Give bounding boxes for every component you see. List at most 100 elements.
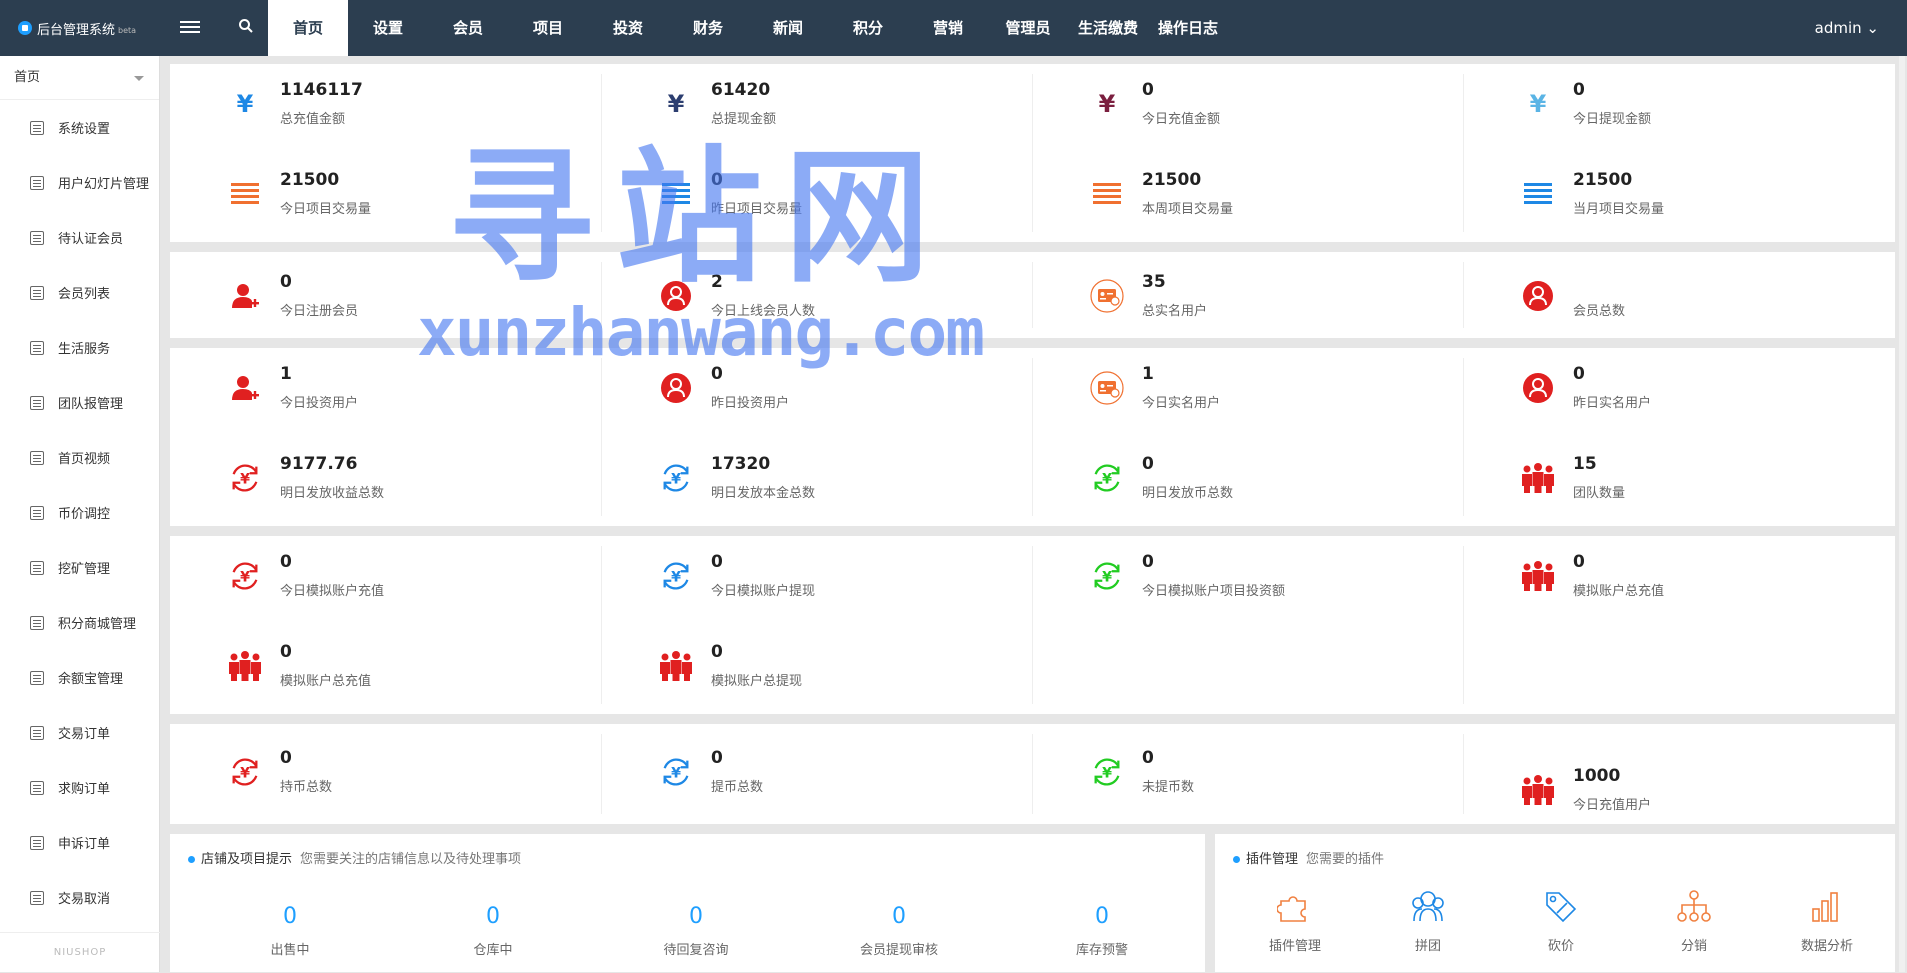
stat-value: 0 <box>280 552 292 572</box>
sidebar-item[interactable]: 挖矿管理 <box>0 540 159 595</box>
sidebar-item[interactable]: 求购订单 <box>0 760 159 815</box>
id-card-icon <box>1090 279 1124 313</box>
plugin-item[interactable]: 数据分析 <box>1777 889 1877 954</box>
stats-panel-finance: ¥1146117 总充值金额 ¥61420 总提现金额 ¥0 今日充值金额 ¥0 今日提现金额… <box>170 64 1895 242</box>
nav-item[interactable]: 新闻 <box>748 0 828 56</box>
stat-value: 0 <box>280 272 292 292</box>
svg-text:¥: ¥ <box>1102 570 1112 586</box>
plugin-item[interactable]: 拼团 <box>1378 889 1478 954</box>
shop-tips-title: 店铺及项目提示 您需要关注的店铺信息以及待处理事项 <box>188 848 521 867</box>
plugin-item[interactable]: 砍价 <box>1511 889 1611 954</box>
user-circle-icon <box>1521 279 1555 313</box>
shop-stat[interactable]: 0 会员提现审核 <box>819 904 979 958</box>
nav-item[interactable]: 会员 <box>428 0 508 56</box>
list-icon <box>30 560 44 575</box>
chart-icon <box>1777 889 1877 927</box>
sidebar-item[interactable]: 用户幻灯片管理 <box>0 155 159 210</box>
user-add-icon <box>228 279 262 313</box>
sidebar-item[interactable]: 交易订单 <box>0 705 159 760</box>
stat-value: 0 <box>711 748 723 768</box>
shop-stat-label: 库存预警 <box>1075 943 1128 958</box>
plugin-item[interactable]: 分销 <box>1644 889 1744 954</box>
stats-panel-coins: ¥0 持币总数 ¥0 提币总数 ¥0 未提币数 1000 今日充值用户 <box>170 724 1895 824</box>
sidebar-item-label: 申诉订单 <box>58 837 111 852</box>
nav-item[interactable]: 积分 <box>828 0 908 56</box>
stat-value: 1000 <box>1573 766 1621 786</box>
stat-label: 今日上线会员人数 <box>711 304 816 319</box>
sidebar-item[interactable]: 生活服务 <box>0 320 159 375</box>
sidebar-item[interactable]: 积分商城管理 <box>0 595 159 650</box>
stat-card: ¥0 今日模拟账户充值 <box>178 538 609 612</box>
sidebar-item[interactable]: 团队报管理 <box>0 375 159 430</box>
sidebar-item[interactable]: 交易取消 <box>0 870 159 925</box>
menu-toggle-icon[interactable] <box>180 18 200 38</box>
sidebar-item[interactable]: 会员列表 <box>0 265 159 320</box>
shop-stat[interactable]: 0 待回复咨询 <box>616 904 776 958</box>
plugin-title: 插件管理 您需要的插件 <box>1233 848 1384 867</box>
sidebar-item[interactable]: 系统设置 <box>0 100 159 155</box>
list-icon <box>30 285 44 300</box>
plugin-panel: 插件管理 您需要的插件 插件管理 拼团 砍价 分销 数据分析 <box>1215 834 1895 972</box>
stat-value: 0 <box>711 364 723 384</box>
nav-item[interactable]: 营销 <box>908 0 988 56</box>
svg-text:¥: ¥ <box>1099 90 1116 118</box>
shop-stat[interactable]: 0 出售中 <box>210 904 370 958</box>
nav-item[interactable]: 投资 <box>588 0 668 56</box>
team-icon <box>1521 461 1555 495</box>
nav-item[interactable]: 管理员 <box>988 0 1068 56</box>
stat-card: 21500 今日项目交易量 <box>178 156 609 230</box>
stat-value: 0 <box>1142 748 1154 768</box>
sidebar-item-label: 用户幻灯片管理 <box>58 177 150 192</box>
stat-card: 0 今日注册会员 <box>178 258 609 332</box>
stat-value: 0 <box>1573 364 1585 384</box>
sidebar-head[interactable]: 首页 <box>0 56 159 100</box>
nav-item[interactable]: 首页 <box>268 0 348 56</box>
bars-icon <box>228 177 262 211</box>
shop-stat[interactable]: 0 仓库中 <box>413 904 573 958</box>
stat-value: 1 <box>1142 364 1154 384</box>
sidebar-item[interactable]: 首页视频 <box>0 430 159 485</box>
nav-item[interactable]: 操作日志 <box>1148 0 1228 56</box>
stat-card: 1 今日实名用户 <box>1040 350 1471 424</box>
sidebar-item[interactable]: 币价调控 <box>0 485 159 540</box>
stat-value: 0 <box>1142 552 1154 572</box>
svg-text:¥: ¥ <box>671 766 681 782</box>
sidebar-list: 系统设置用户幻灯片管理 待认证会员会员列表 生活服务 团队报管理 首页视频 币价调控 挖矿管… <box>0 100 159 925</box>
plugin-item[interactable]: 插件管理 <box>1245 889 1345 954</box>
stat-label: 昨日实名用户 <box>1573 396 1652 411</box>
list-icon <box>30 120 44 135</box>
stat-value: 0 <box>280 748 292 768</box>
top-nav: 首页 设置 会员 项目 投资 财务 新闻 积分 营销 管理员 生活缴费 操作日志 <box>268 0 1228 56</box>
list-icon <box>30 780 44 795</box>
plugin-label: 插件管理 <box>1268 939 1321 954</box>
svg-text:¥: ¥ <box>671 570 681 586</box>
search-icon[interactable] <box>238 18 258 38</box>
app-logo[interactable]: 后台管理系统 beta <box>18 0 136 56</box>
user-circle-icon <box>659 279 693 313</box>
tag-icon <box>1511 889 1611 927</box>
nav-item[interactable]: 财务 <box>668 0 748 56</box>
stat-card: ¥0 提币总数 <box>609 734 1040 808</box>
stat-label: 会员总数 <box>1573 304 1626 319</box>
sidebar-item[interactable]: 余额宝管理 <box>0 650 159 705</box>
sidebar-item-label: 待认证会员 <box>58 232 124 247</box>
nav-item[interactable]: 设置 <box>348 0 428 56</box>
app-title: 后台管理系统 <box>37 22 116 38</box>
list-icon <box>30 340 44 355</box>
sidebar-item[interactable]: 待认证会员 <box>0 210 159 265</box>
stat-card: ¥1146117 总充值金额 <box>178 66 609 140</box>
list-icon <box>30 450 44 465</box>
stat-card: 0 昨日实名用户 <box>1471 350 1902 424</box>
id-card-icon <box>1090 371 1124 405</box>
stat-label: 今日充值用户 <box>1573 798 1652 813</box>
shop-stat[interactable]: 0 库存预警 <box>1022 904 1182 958</box>
sidebar-item[interactable]: 申诉订单 <box>0 815 159 870</box>
stat-label: 今日模拟账户充值 <box>280 584 385 599</box>
nav-item[interactable]: 生活缴费 <box>1068 0 1148 56</box>
nav-item[interactable]: 项目 <box>508 0 588 56</box>
stat-card: 2 今日上线会员人数 <box>609 258 1040 332</box>
stat-value: 35 <box>1142 272 1166 292</box>
stat-label: 明日发放收益总数 <box>280 486 385 501</box>
user-menu[interactable]: admin ⌄ <box>1815 0 1879 56</box>
stat-value: 0 <box>280 642 292 662</box>
